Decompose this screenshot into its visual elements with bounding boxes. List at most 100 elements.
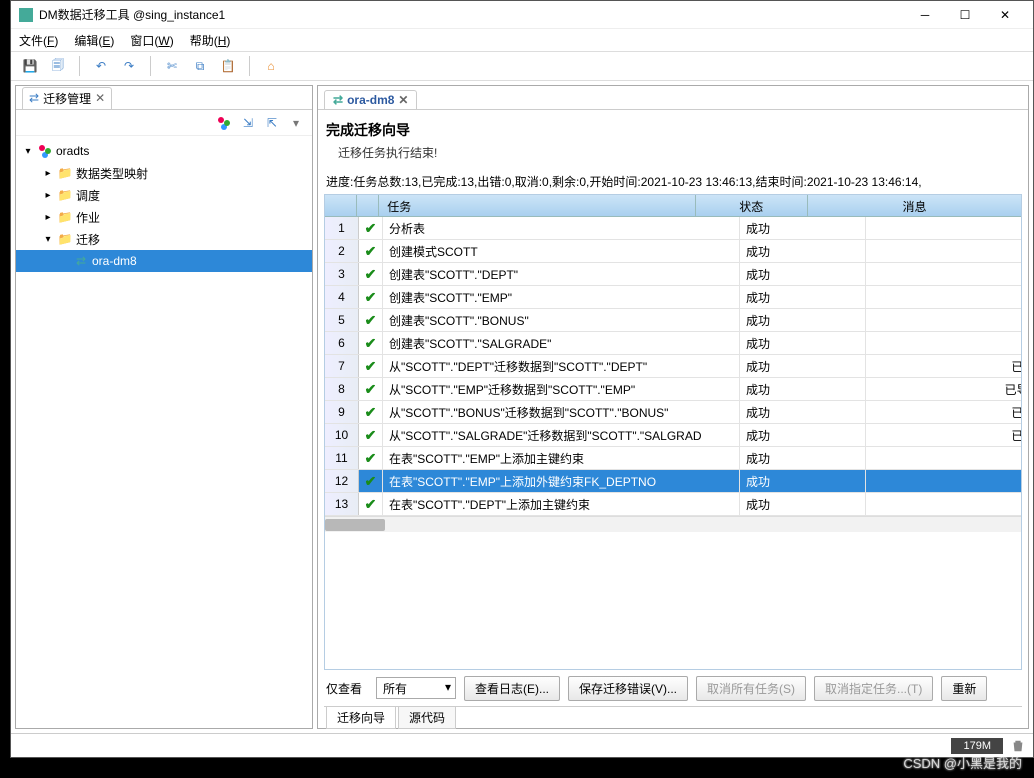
tree-node-schedule[interactable]: ▸ 📁 调度 [16,184,312,206]
col-message[interactable]: 消息 [808,195,1021,216]
saveall-icon[interactable]: 🗐 [47,55,69,77]
tree-node-oradts[interactable]: ▾ oradts [16,140,312,162]
cell-status: 成功 [740,286,866,308]
cell-task: 创建模式SCOTT [383,240,740,262]
cell-message: 已导出0,已导入0 [866,401,1022,423]
row-number: 7 [325,355,359,377]
cell-status: 成功 [740,217,866,239]
cell-task: 分析表 [383,217,740,239]
cell-task: 从"SCOTT"."BONUS"迁移数据到"SCOTT"."BONUS" [383,401,740,423]
cell-status: 成功 [740,447,866,469]
check-icon: ✔ [359,470,383,492]
row-number: 12 [325,470,359,492]
cell-message [866,286,1022,308]
minimize-button[interactable]: ─ [905,1,945,29]
copy-icon[interactable]: ⧉ [189,55,211,77]
tab-source[interactable]: 源代码 [398,707,456,729]
cell-message [866,263,1022,285]
table-row[interactable]: 10✔从"SCOTT"."SALGRADE"迁移数据到"SCOTT"."SALG… [325,424,1022,447]
maximize-button[interactable]: ☐ [945,1,985,29]
menu-edit[interactable]: 编辑(E) [74,32,114,49]
cell-status: 成功 [740,378,866,400]
restart-button[interactable]: 重新 [941,676,987,701]
wizard-title: 完成迁移向导 [324,116,1022,144]
menu-window[interactable]: 窗口(W) [130,32,173,49]
tree-node-migrate[interactable]: ▾ 📁 迁移 [16,228,312,250]
table-row[interactable]: 8✔从"SCOTT"."EMP"迁移数据到"SCOTT"."EMP"成功已导出1… [325,378,1022,401]
editor-panel: ⇄ ora-dm8 ✕ 完成迁移向导 迁移任务执行结束! 进度:任务总数:13,… [317,85,1029,729]
close-tab-icon[interactable]: ✕ [95,91,105,105]
table-row[interactable]: 4✔创建表"SCOTT"."EMP"成功 [325,286,1022,309]
save-errors-button[interactable]: 保存迁移错误(V)... [568,676,688,701]
save-icon[interactable]: 💾 [19,55,41,77]
table-row[interactable]: 6✔创建表"SCOTT"."SALGRADE"成功 [325,332,1022,355]
button-row: 仅查看 所有 查看日志(E)... 保存迁移错误(V)... 取消所有任务(S)… [324,670,1022,706]
table-row[interactable]: 9✔从"SCOTT"."BONUS"迁移数据到"SCOTT"."BONUS"成功… [325,401,1022,424]
check-icon: ✔ [359,309,383,331]
menubar: 文件(F) 编辑(E) 窗口(W) 帮助(H) [11,29,1033,51]
close-button[interactable]: ✕ [985,1,1025,29]
tree-node-job[interactable]: ▸ 📁 作业 [16,206,312,228]
check-icon: ✔ [359,378,383,400]
undo-icon[interactable]: ↶ [90,55,112,77]
col-task[interactable]: 任务 [379,195,695,216]
tree-node-typemap[interactable]: ▸ 📁 数据类型映射 [16,162,312,184]
cut-icon[interactable]: ✄ [161,55,183,77]
cell-task: 从"SCOTT"."DEPT"迁移数据到"SCOTT"."DEPT" [383,355,740,377]
cell-status: 成功 [740,493,866,515]
paste-icon[interactable]: 📋 [217,55,239,77]
migration-manager-tab[interactable]: ⇄ 迁移管理 ✕ [22,87,112,109]
table-row[interactable]: 12✔在表"SCOTT"."EMP"上添加外键约束FK_DEPTNO成功 [325,470,1022,493]
home-icon[interactable]: ⌂ [260,55,282,77]
view-log-button[interactable]: 查看日志(E)... [464,676,560,701]
scrollbar-thumb[interactable] [325,519,385,531]
table-row[interactable]: 2✔创建模式SCOTT成功 [325,240,1022,263]
col-status[interactable]: 状态 [696,195,809,216]
table-row[interactable]: 7✔从"SCOTT"."DEPT"迁移数据到"SCOTT"."DEPT"成功已导… [325,355,1022,378]
titlebar: DM数据迁移工具 @sing_instance1 ─ ☐ ✕ [11,1,1033,29]
cell-message [866,493,1022,515]
check-icon: ✔ [359,240,383,262]
table-row[interactable]: 3✔创建表"SCOTT"."DEPT"成功 [325,263,1022,286]
cell-status: 成功 [740,332,866,354]
task-table: 任务 状态 消息 1✔分析表成功2✔创建模式SCOTT成功3✔创建表"SCOTT… [324,194,1022,670]
cell-message [866,309,1022,331]
redo-icon[interactable]: ↷ [118,55,140,77]
horizontal-scrollbar[interactable] [325,516,1021,532]
cell-status: 成功 [740,240,866,262]
bottom-tabs: 迁移向导 源代码 [324,706,1022,728]
table-row[interactable]: 1✔分析表成功 [325,217,1022,240]
progress-text: 进度:任务总数:13,已完成:13,出错:0,取消:0,剩余:0,开始时间:20… [324,169,1022,194]
menu-chevron-icon[interactable]: ▾ [288,115,304,131]
cell-task: 创建表"SCOTT"."DEPT" [383,263,740,285]
cell-task: 创建表"SCOTT"."EMP" [383,286,740,308]
menu-file[interactable]: 文件(F) [19,32,58,49]
cell-message [866,470,1022,492]
row-number: 11 [325,447,359,469]
menu-help[interactable]: 帮助(H) [190,32,231,49]
import-icon[interactable]: ⇲ [240,115,256,131]
trash-icon[interactable] [1011,739,1025,753]
viewonly-label: 仅查看 [326,680,368,697]
migration-item-icon: ⇄ [74,254,88,268]
close-tab-icon[interactable]: ✕ [398,93,408,107]
tree-toolbar: ⇲ ⇱ ▾ [16,110,312,136]
cell-task: 创建表"SCOTT"."BONUS" [383,309,740,331]
export-icon[interactable]: ⇱ [264,115,280,131]
table-row[interactable]: 11✔在表"SCOTT"."EMP"上添加主键约束成功 [325,447,1022,470]
cancel-selected-button: 取消指定任务...(T) [814,676,933,701]
folder-icon: 📁 [58,232,72,246]
cell-message: 已导出12,已导入1 [866,378,1022,400]
tree-node-ora-dm8[interactable]: ⇄ ora-dm8 [16,250,312,272]
editor-tab-ora-dm8[interactable]: ⇄ ora-dm8 ✕ [324,90,417,109]
table-row[interactable]: 13✔在表"SCOTT"."DEPT"上添加主键约束成功 [325,493,1022,516]
row-number: 9 [325,401,359,423]
row-number: 5 [325,309,359,331]
filter-select[interactable]: 所有 [376,677,456,699]
col-check [357,195,380,216]
table-row[interactable]: 5✔创建表"SCOTT"."BONUS"成功 [325,309,1022,332]
tab-wizard[interactable]: 迁移向导 [326,707,396,729]
project-icon[interactable] [216,115,232,131]
col-rownum [325,195,357,216]
cell-message: 已导出4,已导入4 [866,355,1022,377]
